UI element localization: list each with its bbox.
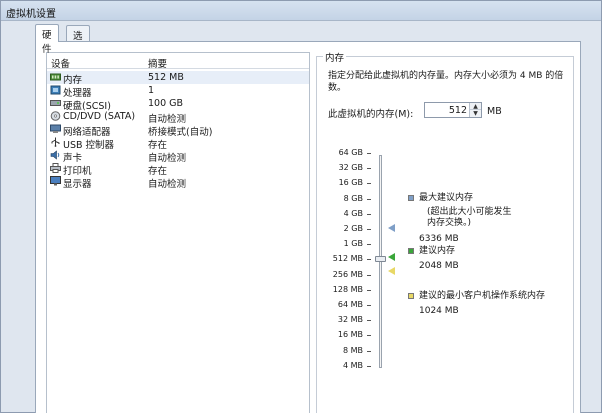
device-summary: 1 <box>148 85 155 96</box>
recommended-swatch <box>408 248 414 254</box>
scale-label: 512 MB <box>332 254 363 264</box>
memory-icon <box>50 73 61 81</box>
tab-options[interactable]: 选项 <box>66 25 90 56</box>
device-summary: 512 MB <box>148 72 184 83</box>
guest-min-swatch <box>408 293 414 299</box>
window-title: 虚拟机设置 <box>6 9 56 20</box>
memory-unit: MB <box>487 106 502 117</box>
scale-label: 8 GB <box>343 193 363 203</box>
hardware-panel: 设备 摘要 内存 512 MB 处理器 1 硬盘(SCSI) 100 GB CD… <box>35 41 581 413</box>
legend-label: 最大建议内存 <box>419 193 474 203</box>
scale-tick <box>367 305 371 306</box>
legend-recommended: 建议内存 2048 MB <box>408 246 568 274</box>
scale-tick <box>367 289 371 291</box>
scale-label: 4 GB <box>343 208 363 218</box>
legend-value: 2048 MB <box>419 261 459 271</box>
scale-tick <box>367 365 371 367</box>
legend-value: 1024 MB <box>419 306 459 316</box>
spin-down-icon[interactable]: ▼ <box>470 110 481 117</box>
scale-label: 8 MB <box>342 345 363 355</box>
column-summary[interactable]: 摘要 <box>148 56 167 70</box>
scale-tick <box>367 168 371 170</box>
scale-tick <box>367 198 371 200</box>
memory-field-label: 此虚拟机的内存(M): <box>328 109 414 120</box>
tab-hardware[interactable]: 硬件 <box>35 24 59 55</box>
scale-tick <box>367 229 371 230</box>
scale-tick <box>367 274 371 276</box>
cd-dvd-icon <box>50 111 61 121</box>
spinbox-arrows: ▲ ▼ <box>469 103 481 117</box>
scale-label: 64 MB <box>337 300 363 309</box>
scale-label: 32 MB <box>337 315 363 325</box>
memory-group: 内存 指定分配给此虚拟机的内存量。内存大小必须为 4 MB 的倍数。 此虚拟机的… <box>316 50 574 413</box>
network-adapter-icon <box>50 124 61 133</box>
usb-icon <box>51 137 60 147</box>
memory-value[interactable]: 512 <box>449 105 467 116</box>
memory-slider-thumb[interactable] <box>375 256 386 263</box>
device-row-network-adapter[interactable]: 网络适配器 桥接模式(自动) <box>47 123 309 138</box>
scale-tick <box>367 244 371 246</box>
memory-group-title: 内存 <box>323 50 347 64</box>
max-recommended-swatch <box>408 195 414 201</box>
legend-guest-min: 建议的最小客户机操作系统内存 1024 MB <box>408 291 568 319</box>
scale-tick <box>367 153 371 154</box>
scale-tick <box>367 320 371 322</box>
device-row-usb-controller[interactable]: USB 控制器 存在 <box>47 136 309 151</box>
scale-label: 1 GB <box>343 239 363 249</box>
legend-label: 建议的最小客户机操作系统内存 <box>419 291 546 301</box>
vm-settings-window: 虚拟机设置 硬件 选项 设备 摘要 内存 512 MB 处理器 1 硬盘(SC <box>0 0 602 413</box>
max-recommended-marker-icon <box>388 224 395 232</box>
scale-tick <box>367 213 371 215</box>
device-name: CD/DVD (SATA) <box>63 111 136 122</box>
display-icon <box>50 176 61 186</box>
scale-label: 16 GB <box>338 178 363 188</box>
device-row-display[interactable]: 显示器 自动检测 <box>47 175 309 190</box>
device-row-sound-card[interactable]: 声卡 自动检测 <box>47 149 309 164</box>
device-row-memory[interactable]: 内存 512 MB <box>47 71 309 86</box>
processor-icon <box>50 85 61 95</box>
spin-up-icon[interactable]: ▲ <box>470 103 481 110</box>
column-device[interactable]: 设备 <box>51 56 70 70</box>
device-row-hard-disk[interactable]: 硬盘(SCSI) 100 GB <box>47 97 309 112</box>
printer-icon <box>50 163 61 173</box>
scale-tick <box>367 183 371 185</box>
device-name: 显示器 <box>63 179 92 190</box>
device-row-printer[interactable]: 打印机 存在 <box>47 162 309 177</box>
legend-value: 6336 MB <box>419 234 459 244</box>
memory-spinbox[interactable]: 512 ▲ ▼ <box>424 102 482 118</box>
guest-min-marker-icon <box>388 267 395 275</box>
memory-description: 指定分配给此虚拟机的内存量。内存大小必须为 4 MB 的倍数。 <box>328 71 564 93</box>
scale-label: 64 GB <box>338 148 363 157</box>
device-list[interactable]: 设备 摘要 内存 512 MB 处理器 1 硬盘(SCSI) 100 GB CD… <box>46 52 310 413</box>
legend-label: 建议内存 <box>419 246 456 256</box>
legend-max-recommended: 最大建议内存 (超出此大小可能发生内存交换。) 6336 MB <box>408 193 568 244</box>
scale-tick <box>367 350 371 352</box>
device-summary: 自动检测 <box>148 179 187 190</box>
legend-note: (超出此大小可能发生内存交换。) <box>427 207 512 228</box>
title-bar: 虚拟机设置 <box>1 1 601 21</box>
scale-label: 4 MB <box>342 360 363 370</box>
device-row-cd-dvd[interactable]: CD/DVD (SATA) 自动检测 <box>47 110 309 125</box>
scale-label: 2 GB <box>343 224 363 233</box>
scale-label: 32 GB <box>338 163 363 173</box>
scale-tick <box>367 335 371 337</box>
device-row-processor[interactable]: 处理器 1 <box>47 84 309 99</box>
hard-disk-icon <box>50 100 61 106</box>
scale-label: 256 MB <box>332 269 363 279</box>
recommended-marker-icon <box>388 253 395 261</box>
device-summary: 100 GB <box>148 98 184 109</box>
scale-label: 16 MB <box>337 330 363 340</box>
sound-card-icon <box>50 150 60 160</box>
scale-label: 128 MB <box>332 284 363 294</box>
scale-tick <box>367 259 371 261</box>
device-list-header: 设备 摘要 <box>47 53 309 70</box>
